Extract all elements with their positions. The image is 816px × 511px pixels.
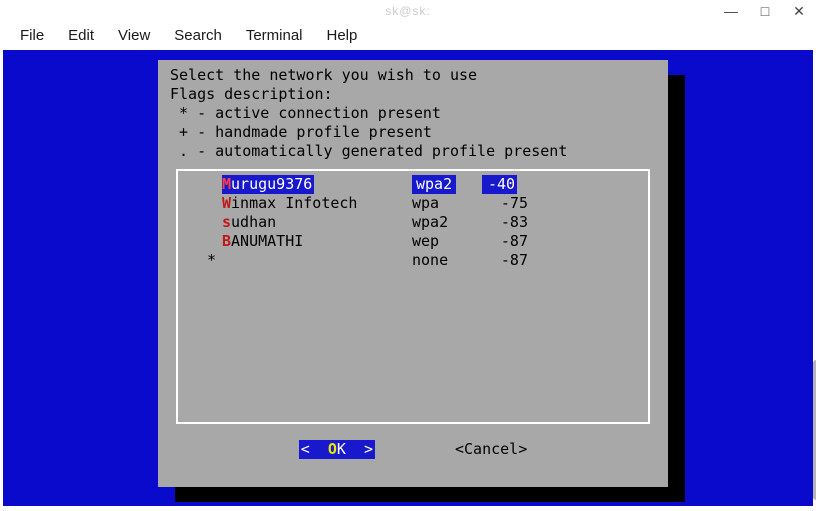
menu-help[interactable]: Help xyxy=(315,23,370,48)
network-name: Murugu9376 xyxy=(222,175,314,194)
dialog-header-1: Select the network you wish to use xyxy=(170,66,656,85)
network-row[interactable]: Winmax Infotechwpa-75 xyxy=(188,194,638,213)
network-security: wep xyxy=(412,232,482,251)
ok-button[interactable]: < OK > xyxy=(299,440,375,459)
menu-edit[interactable]: Edit xyxy=(56,23,106,48)
network-signal: -87 xyxy=(482,251,528,270)
window-titlebar: sk@sk: — □ ✕ xyxy=(0,0,816,22)
network-row[interactable]: sudhanwpa2-83 xyxy=(188,213,638,232)
maximize-button[interactable]: □ xyxy=(748,0,782,22)
network-signal: -83 xyxy=(482,213,528,232)
network-flag xyxy=(188,175,222,194)
network-row[interactable]: * none-87 xyxy=(188,251,638,270)
network-row[interactable]: Murugu9376 wpa2 -40 xyxy=(188,175,638,194)
menu-view[interactable]: View xyxy=(106,23,162,48)
network-signal: -75 xyxy=(482,194,528,213)
close-button[interactable]: ✕ xyxy=(782,0,816,22)
network-name: sudhan xyxy=(222,213,412,232)
network-signal: -87 xyxy=(482,232,528,251)
dialog-header-4: + - handmade profile present xyxy=(170,123,656,142)
network-select-dialog: Select the network you wish to use Flags… xyxy=(158,60,668,487)
network-flag: * xyxy=(188,251,222,270)
dialog-header-3: * - active connection present xyxy=(170,104,656,123)
network-security: wpa2 xyxy=(412,213,482,232)
network-flag xyxy=(188,213,222,232)
network-flag xyxy=(188,232,222,251)
network-row[interactable]: BANUMATHIwep-87 xyxy=(188,232,638,251)
ok-hotkey: O xyxy=(328,440,337,458)
menu-search[interactable]: Search xyxy=(162,23,234,48)
network-flag xyxy=(188,194,222,213)
network-name: Winmax Infotech xyxy=(222,194,412,213)
cancel-button[interactable]: <Cancel> xyxy=(455,440,527,459)
network-signal: -40 xyxy=(482,175,517,194)
menu-file[interactable]: File xyxy=(8,23,56,48)
menu-terminal[interactable]: Terminal xyxy=(234,23,315,48)
window-controls: — □ ✕ xyxy=(714,0,816,22)
network-security: wpa2 xyxy=(412,175,456,194)
network-security: wpa xyxy=(412,194,482,213)
network-name: BANUMATHI xyxy=(222,232,412,251)
menu-bar: File Edit View Search Terminal Help xyxy=(0,22,816,48)
dialog-buttons: < OK > <Cancel> xyxy=(170,440,656,459)
dialog-header-2: Flags description: xyxy=(170,85,656,104)
window-title: sk@sk: xyxy=(385,4,431,18)
dialog-header-5: . - automatically generated profile pres… xyxy=(170,142,656,161)
minimize-button[interactable]: — xyxy=(714,0,748,22)
network-security: none xyxy=(412,251,482,270)
network-list[interactable]: Murugu9376wpa2-40Winmax Infotechwpa-75su… xyxy=(176,169,650,424)
